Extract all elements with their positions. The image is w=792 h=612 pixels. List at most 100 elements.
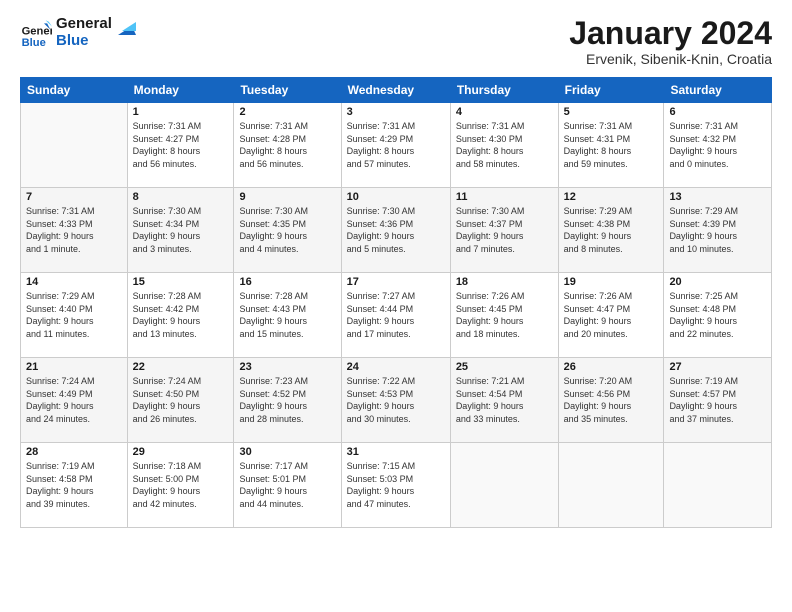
page: General Blue General Blue January 2024 E… (0, 0, 792, 612)
day-info: Sunrise: 7:30 AM Sunset: 4:36 PM Dayligh… (347, 205, 445, 255)
calendar-cell (664, 443, 772, 528)
calendar-cell: 20Sunrise: 7:25 AM Sunset: 4:48 PM Dayli… (664, 273, 772, 358)
day-info: Sunrise: 7:19 AM Sunset: 4:58 PM Dayligh… (26, 460, 122, 510)
day-info: Sunrise: 7:23 AM Sunset: 4:52 PM Dayligh… (239, 375, 335, 425)
calendar-cell: 4 Sunrise: 7:31 AM Sunset: 4:30 PM Daylig… (450, 103, 558, 188)
day-info: Sunrise: 7:21 AM Sunset: 4:54 PM Dayligh… (456, 375, 553, 425)
calendar-week-row: 1 Sunrise: 7:31 AM Sunset: 4:27 PM Daylig… (21, 103, 772, 188)
calendar-cell: 10 Sunrise: 7:30 AM Sunset: 4:36 PM Dayli… (341, 188, 450, 273)
day-number: 1 (133, 106, 229, 118)
calendar-cell: 25 Sunrise: 7:21 AM Sunset: 4:54 PM Dayli… (450, 358, 558, 443)
day-info: Sunrise: 7:31 AM Sunset: 4:30 PM Dayligh… (456, 120, 553, 170)
day-number: 3 (347, 106, 445, 118)
day-number: 9 (239, 191, 335, 203)
calendar-cell: 27Sunrise: 7:19 AM Sunset: 4:57 PM Dayli… (664, 358, 772, 443)
day-number: 13 (669, 191, 766, 203)
calendar-header-wednesday: Wednesday (341, 78, 450, 103)
day-number: 14 (26, 276, 122, 288)
day-info: Sunrise: 7:28 AM Sunset: 4:43 PM Dayligh… (239, 290, 335, 340)
day-info: Sunrise: 7:22 AM Sunset: 4:53 PM Dayligh… (347, 375, 445, 425)
calendar-cell: 26Sunrise: 7:20 AM Sunset: 4:56 PM Dayli… (558, 358, 664, 443)
day-info: Sunrise: 7:17 AM Sunset: 5:01 PM Dayligh… (239, 460, 335, 510)
day-info: Sunrise: 7:31 AM Sunset: 4:31 PM Dayligh… (564, 120, 659, 170)
day-info: Sunrise: 7:29 AM Sunset: 4:40 PM Dayligh… (26, 290, 122, 340)
logo-general: General (56, 16, 112, 33)
calendar-cell: 29Sunrise: 7:18 AM Sunset: 5:00 PM Dayli… (127, 443, 234, 528)
calendar-week-row: 7Sunrise: 7:31 AM Sunset: 4:33 PM Daylig… (21, 188, 772, 273)
day-info: Sunrise: 7:29 AM Sunset: 4:39 PM Dayligh… (669, 205, 766, 255)
day-info: Sunrise: 7:26 AM Sunset: 4:47 PM Dayligh… (564, 290, 659, 340)
svg-text:Blue: Blue (22, 36, 46, 48)
calendar-cell: 1 Sunrise: 7:31 AM Sunset: 4:27 PM Daylig… (127, 103, 234, 188)
calendar-cell: 14 Sunrise: 7:29 AM Sunset: 4:40 PM Dayli… (21, 273, 128, 358)
calendar-cell (450, 443, 558, 528)
day-info: Sunrise: 7:31 AM Sunset: 4:27 PM Dayligh… (133, 120, 229, 170)
day-info: Sunrise: 7:31 AM Sunset: 4:33 PM Dayligh… (26, 205, 122, 255)
calendar-header-saturday: Saturday (664, 78, 772, 103)
calendar-cell: 8 Sunrise: 7:30 AM Sunset: 4:34 PM Daylig… (127, 188, 234, 273)
calendar-cell: 30 Sunrise: 7:17 AM Sunset: 5:01 PM Dayli… (234, 443, 341, 528)
calendar-week-row: 21Sunrise: 7:24 AM Sunset: 4:49 PM Dayli… (21, 358, 772, 443)
day-info: Sunrise: 7:30 AM Sunset: 4:37 PM Dayligh… (456, 205, 553, 255)
calendar-header-friday: Friday (558, 78, 664, 103)
day-number: 10 (347, 191, 445, 203)
day-info: Sunrise: 7:26 AM Sunset: 4:45 PM Dayligh… (456, 290, 553, 340)
calendar-cell: 16Sunrise: 7:28 AM Sunset: 4:43 PM Dayli… (234, 273, 341, 358)
day-number: 28 (26, 446, 122, 458)
calendar-cell: 21Sunrise: 7:24 AM Sunset: 4:49 PM Dayli… (21, 358, 128, 443)
day-number: 15 (133, 276, 229, 288)
calendar-header-row: SundayMondayTuesdayWednesdayThursdayFrid… (21, 78, 772, 103)
calendar-week-row: 28 Sunrise: 7:19 AM Sunset: 4:58 PM Dayli… (21, 443, 772, 528)
day-number: 11 (456, 191, 553, 203)
location: Ervenik, Sibenik-Knin, Croatia (569, 51, 772, 67)
day-info: Sunrise: 7:25 AM Sunset: 4:48 PM Dayligh… (669, 290, 766, 340)
calendar-cell: 2 Sunrise: 7:31 AM Sunset: 4:28 PM Daylig… (234, 103, 341, 188)
day-number: 21 (26, 361, 122, 373)
day-number: 26 (564, 361, 659, 373)
calendar-cell: 23 Sunrise: 7:23 AM Sunset: 4:52 PM Dayli… (234, 358, 341, 443)
day-number: 30 (239, 446, 335, 458)
day-number: 23 (239, 361, 335, 373)
logo: General Blue General Blue (20, 16, 136, 49)
logo-icon: General Blue (20, 17, 52, 49)
calendar-cell: 3Sunrise: 7:31 AM Sunset: 4:29 PM Daylig… (341, 103, 450, 188)
calendar-week-row: 14 Sunrise: 7:29 AM Sunset: 4:40 PM Dayli… (21, 273, 772, 358)
day-info: Sunrise: 7:31 AM Sunset: 4:32 PM Dayligh… (669, 120, 766, 170)
day-info: Sunrise: 7:31 AM Sunset: 4:28 PM Dayligh… (239, 120, 335, 170)
calendar-cell: 5Sunrise: 7:31 AM Sunset: 4:31 PM Daylig… (558, 103, 664, 188)
day-number: 6 (669, 106, 766, 118)
calendar-cell: 17 Sunrise: 7:27 AM Sunset: 4:44 PM Dayli… (341, 273, 450, 358)
calendar-cell: 6 Sunrise: 7:31 AM Sunset: 4:32 PM Daylig… (664, 103, 772, 188)
day-info: Sunrise: 7:27 AM Sunset: 4:44 PM Dayligh… (347, 290, 445, 340)
calendar-cell: 31Sunrise: 7:15 AM Sunset: 5:03 PM Dayli… (341, 443, 450, 528)
day-number: 12 (564, 191, 659, 203)
month-title: January 2024 (569, 16, 772, 51)
calendar-table: SundayMondayTuesdayWednesdayThursdayFrid… (20, 77, 772, 528)
calendar-cell: 19 Sunrise: 7:26 AM Sunset: 4:47 PM Dayli… (558, 273, 664, 358)
day-number: 29 (133, 446, 229, 458)
calendar-cell: 28 Sunrise: 7:19 AM Sunset: 4:58 PM Dayli… (21, 443, 128, 528)
day-number: 8 (133, 191, 229, 203)
day-number: 25 (456, 361, 553, 373)
calendar-cell: 12Sunrise: 7:29 AM Sunset: 4:38 PM Dayli… (558, 188, 664, 273)
day-number: 17 (347, 276, 445, 288)
day-number: 4 (456, 106, 553, 118)
calendar-cell (558, 443, 664, 528)
calendar-cell: 15 Sunrise: 7:28 AM Sunset: 4:42 PM Dayli… (127, 273, 234, 358)
svg-text:General: General (22, 25, 52, 37)
day-info: Sunrise: 7:28 AM Sunset: 4:42 PM Dayligh… (133, 290, 229, 340)
calendar-cell: 18Sunrise: 7:26 AM Sunset: 4:45 PM Dayli… (450, 273, 558, 358)
logo-arrow-icon (114, 17, 136, 39)
day-info: Sunrise: 7:19 AM Sunset: 4:57 PM Dayligh… (669, 375, 766, 425)
day-info: Sunrise: 7:30 AM Sunset: 4:34 PM Dayligh… (133, 205, 229, 255)
calendar-header-tuesday: Tuesday (234, 78, 341, 103)
day-number: 2 (239, 106, 335, 118)
day-info: Sunrise: 7:15 AM Sunset: 5:03 PM Dayligh… (347, 460, 445, 510)
day-number: 24 (347, 361, 445, 373)
calendar-cell: 24 Sunrise: 7:22 AM Sunset: 4:53 PM Dayli… (341, 358, 450, 443)
calendar-cell: 11 Sunrise: 7:30 AM Sunset: 4:37 PM Dayli… (450, 188, 558, 273)
calendar-cell: 7Sunrise: 7:31 AM Sunset: 4:33 PM Daylig… (21, 188, 128, 273)
day-info: Sunrise: 7:30 AM Sunset: 4:35 PM Dayligh… (239, 205, 335, 255)
day-number: 19 (564, 276, 659, 288)
calendar-header-sunday: Sunday (21, 78, 128, 103)
